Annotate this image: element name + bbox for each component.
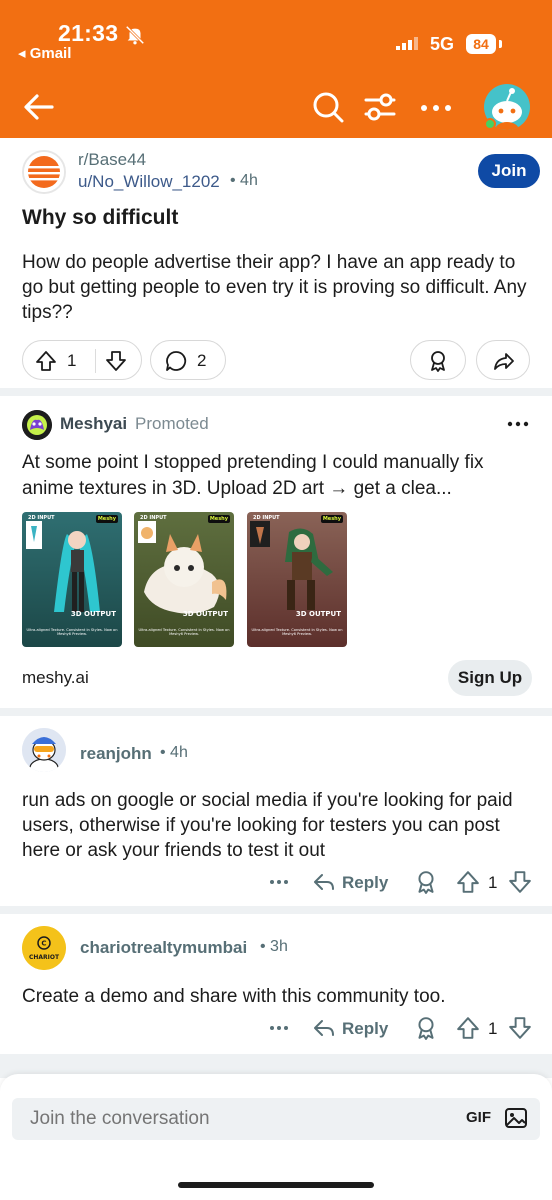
award-icon[interactable] [414,1016,438,1040]
comment-time: • 4h [160,744,188,761]
section-separator [0,388,552,396]
section-separator [0,906,552,914]
vote-control: 1 [22,340,142,380]
more-options-icon[interactable] [268,870,290,894]
status-time: 21:33 [58,20,119,46]
join-conversation-input[interactable] [12,1098,540,1140]
svg-text:C: C [41,940,46,948]
sign-up-button[interactable]: Sign Up [448,660,532,696]
commenter-avatar[interactable]: C CHARIOT [22,926,66,970]
commenter-avatar[interactable] [22,728,66,772]
search-icon[interactable] [312,90,344,124]
comment: reanjohn • 4h run ads on google or socia… [0,716,552,906]
subreddit-name[interactable]: r/Base44 [78,150,146,170]
award-icon[interactable] [414,870,438,894]
sort-filter-icon[interactable] [364,90,396,124]
share-arrow-icon [494,353,514,370]
ad-image-card[interactable]: 2D INPUT Meshy 3D OUTPUT Ultra-aligned T… [134,512,234,647]
post: r/Base44 u/No_Willow_1202 • 4h Join Why … [0,138,552,388]
online-status-dot [484,118,496,130]
card-input-label: 2D INPUT [253,515,280,521]
downvote-icon[interactable] [508,1016,532,1040]
comment-vote-count: 1 [488,1019,498,1038]
reply-button[interactable]: Reply [342,873,388,893]
downvote-icon[interactable] [105,350,127,372]
ad-domain[interactable]: meshy.ai [22,668,89,688]
ad-image-card[interactable]: 2D INPUT Meshy 3D OUTPUT Ultra-aligned T… [247,512,347,647]
comment-author[interactable]: chariotrealtymumbai [80,938,247,958]
comment-bubble-icon [166,351,187,371]
more-options-icon[interactable] [506,418,530,430]
card-input-label: 2D INPUT [28,515,55,521]
signal-icon [396,37,418,50]
reply-button[interactable]: Reply [342,1019,388,1039]
comment-body: Create a demo and share with this commun… [22,986,446,1007]
reply-arrow-icon[interactable] [312,1016,336,1040]
ad-text: At some point I stopped pretending I cou… [22,452,484,499]
join-button[interactable]: Join [478,154,540,188]
card-brand-label: Meshy [320,515,343,523]
section-separator [0,708,552,716]
card-caption: Ultra-aligned Texture. Consistent in Sty… [138,628,230,636]
network-type: 5G [430,34,455,54]
vote-divider [95,349,96,373]
card-output-label: 3D OUTPUT [182,610,228,618]
reply-arrow-icon[interactable] [312,870,336,894]
comment-author[interactable]: reanjohn [80,744,152,764]
promoted-ad: Meshyai Promoted At some point I stopped… [0,396,552,708]
comment-composer: GIF [0,1074,552,1200]
more-options-icon[interactable] [268,1016,290,1040]
comment: C CHARIOT chariotrealtymumbai • 3h Creat… [0,914,552,1054]
card-output-label: 3D OUTPUT [295,610,341,618]
ad-image-card[interactable]: 2D INPUT Meshy 3D OUTPUT Ultra-aligned T… [22,512,122,647]
share-button[interactable] [476,340,530,380]
card-output-label: 3D OUTPUT [70,610,116,618]
commenter-avatar-text: CHARIOT [28,954,60,961]
home-indicator [178,1182,374,1188]
app-header: 21:33 ◂ Gmail 5G 84 [0,0,552,138]
card-brand-label: Meshy [207,515,230,523]
comment-time: • 3h [260,938,288,955]
advertiser-logo[interactable] [22,410,52,440]
gif-button[interactable]: GIF [466,1109,491,1126]
comment-vote-count: 1 [488,873,498,892]
vote-count: 1 [67,351,77,370]
promoted-label: Promoted [135,414,209,433]
card-caption: Ultra-aligned Texture. Consistent in Sty… [251,628,343,636]
post-author[interactable]: u/No_Willow_1202 [78,172,220,192]
award-icon [431,351,445,372]
upvote-icon[interactable] [35,350,57,372]
image-upload-icon[interactable] [504,1106,528,1130]
award-button[interactable] [410,340,466,380]
upvote-icon[interactable] [456,1016,480,1040]
post-time: • 4h [230,172,258,189]
post-body: How do people advertise their app? I hav… [22,252,527,323]
comment-count: 2 [197,351,207,370]
upvote-icon[interactable] [456,870,480,894]
back-arrow-icon[interactable] [22,90,56,124]
comment-body: run ads on google or social media if you… [22,790,513,861]
battery-nub [499,40,502,48]
comments-button[interactable]: 2 [150,340,226,380]
card-brand-label: Meshy [95,515,118,523]
back-to-app-link[interactable]: ◂ Gmail [18,44,71,62]
card-caption: Ultra-aligned Texture. Consistent in Sty… [26,628,118,636]
more-options-icon[interactable] [418,96,454,120]
advertiser-name[interactable]: Meshyai [60,414,127,434]
post-title: Why so difficult [22,206,179,229]
bell-muted-icon [125,25,145,45]
battery-icon: 84 [466,34,496,54]
subreddit-icon[interactable] [22,150,66,194]
card-input-label: 2D INPUT [140,515,167,521]
downvote-icon[interactable] [508,870,532,894]
